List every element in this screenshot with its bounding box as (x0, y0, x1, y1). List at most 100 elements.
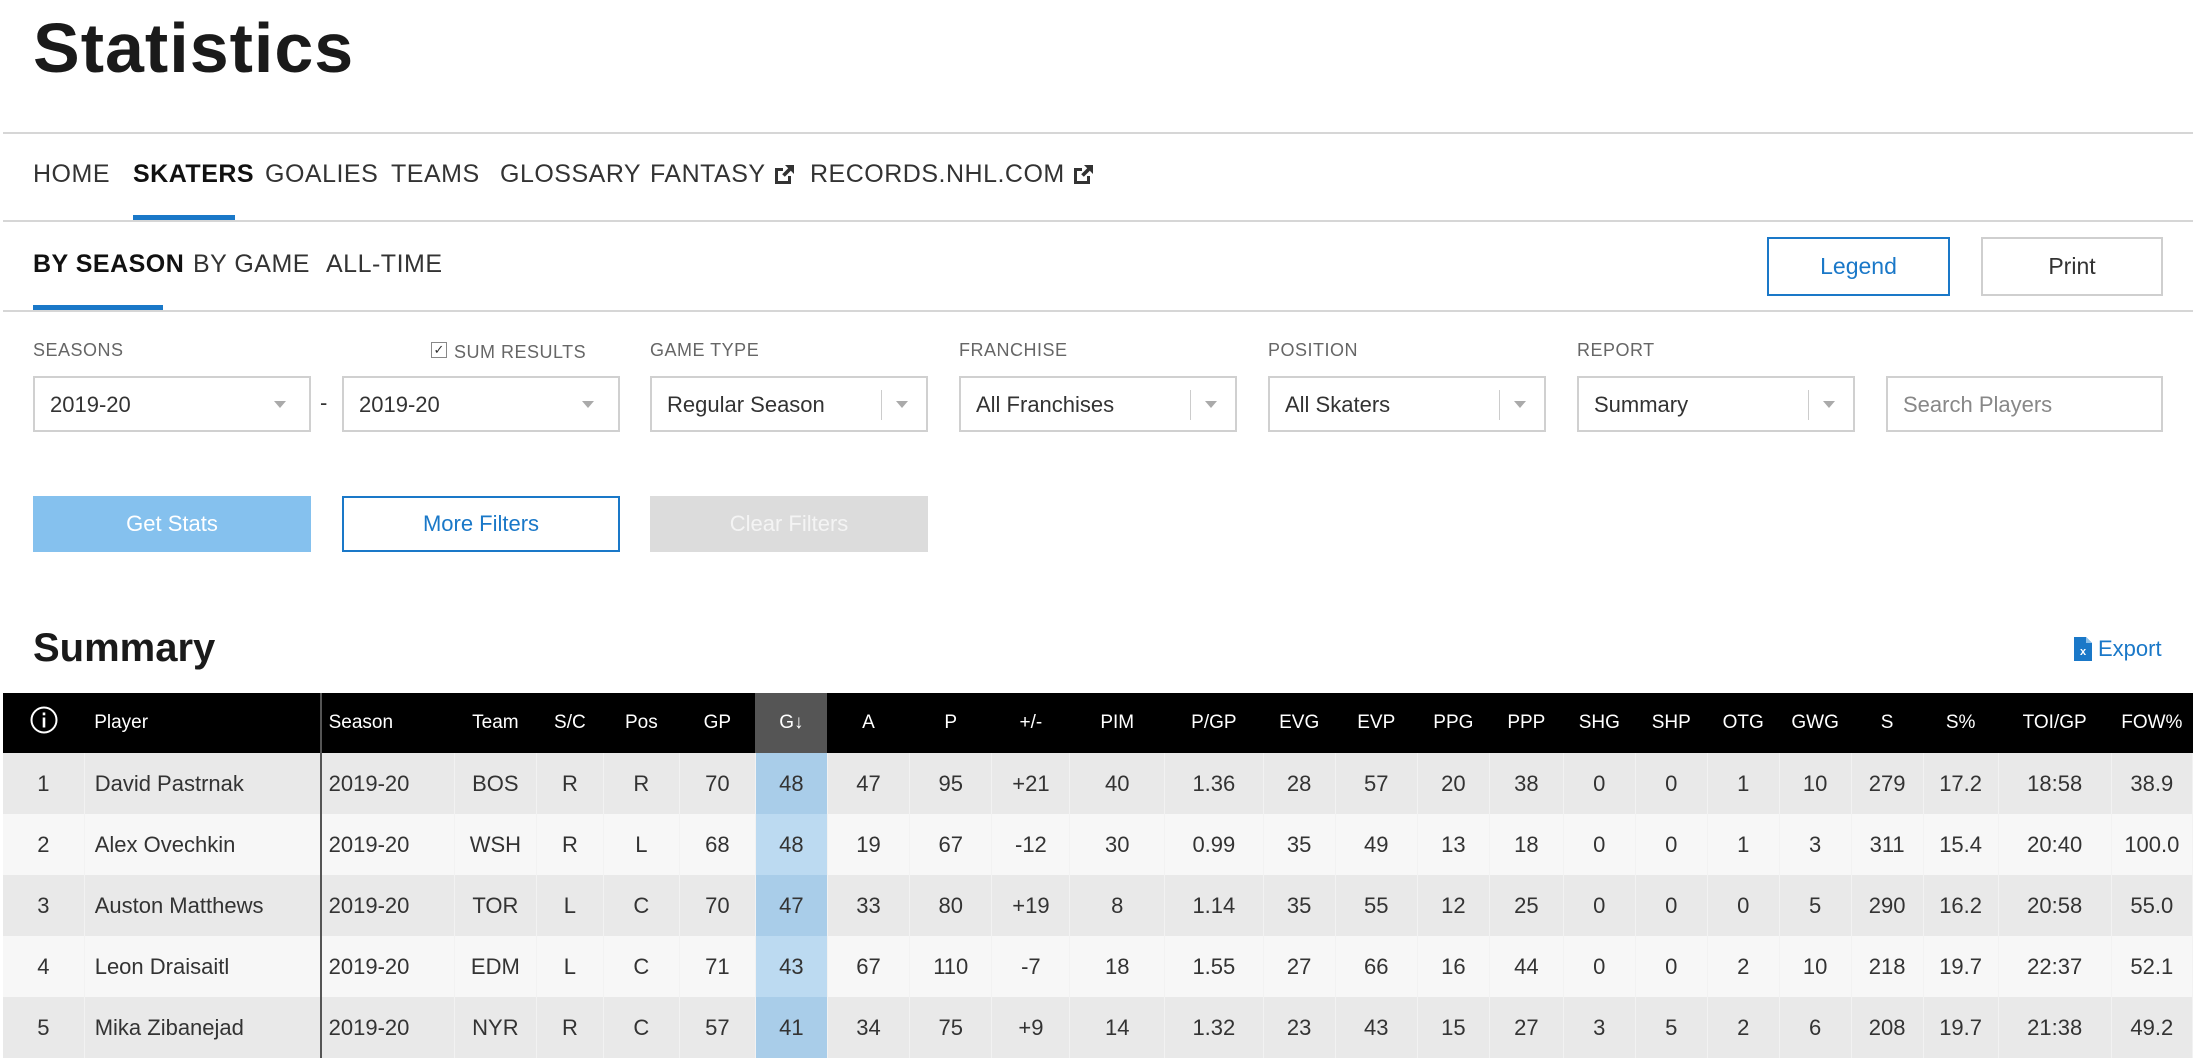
column-header-ppg[interactable]: PPG (1417, 693, 1490, 753)
report-select[interactable]: Summary (1577, 376, 1855, 432)
table-row: 4 Leon Draisaitl 2019-20 EDM L C 71 43 67 110 -7 18… (3, 936, 2194, 997)
page-title: Statistics (33, 9, 355, 87)
cell-sc: L (536, 875, 604, 936)
cell-team: WSH (454, 814, 537, 875)
cell-assists: 19 (827, 814, 911, 875)
column-header-s-pct[interactable]: S% (1923, 693, 1999, 753)
nav-skaters[interactable]: SKATERS (133, 160, 254, 189)
tab-by-season-label: BY SEASON (33, 250, 185, 278)
nav-glossary-label: GLOSSARY (500, 160, 642, 188)
select-separator (1808, 390, 1809, 420)
tab-by-game[interactable]: BY GAME (193, 250, 310, 279)
cell-plus-minus: +21 (991, 753, 1071, 814)
column-header-evg[interactable]: EVG (1263, 693, 1336, 753)
nav-glossary[interactable]: GLOSSARY (500, 160, 641, 189)
cell-points: 95 (909, 753, 993, 814)
cell-pim: 8 (1069, 875, 1166, 936)
column-header-pgp[interactable]: P/GP (1164, 693, 1264, 753)
tab-by-season[interactable]: BY SEASON (33, 250, 184, 279)
print-button[interactable]: Print (1981, 237, 2163, 296)
column-header-player[interactable]: Player (84, 693, 321, 753)
select-separator (1190, 390, 1191, 420)
cell-player[interactable]: Auston Matthews (84, 875, 322, 936)
tab-all-time[interactable]: ALL-TIME (326, 250, 443, 279)
column-header-gwg[interactable]: GWG (1779, 693, 1852, 753)
export-label: Export (2098, 636, 2162, 661)
external-link-icon (1073, 164, 1093, 184)
cell-points-per-gp: 1.36 (1164, 753, 1264, 814)
info-column-header[interactable] (3, 693, 85, 753)
franchise-label: FRANCHISE (959, 340, 1068, 360)
nav-goalies[interactable]: GOALIES (265, 160, 378, 189)
column-header-shp[interactable]: SHP (1635, 693, 1708, 753)
column-header-season[interactable]: Season (319, 693, 455, 753)
column-header-ppp[interactable]: PPP (1489, 693, 1564, 753)
column-header-evp[interactable]: EVP (1335, 693, 1418, 753)
cell-toi-per-gp: 20:40 (1998, 814, 2112, 875)
table-row: 1 David Pastrnak 2019-20 BOS R R 70 48 47 95 +21 40… (3, 753, 2194, 814)
cell-gp: 71 (679, 936, 756, 997)
column-header-pos[interactable]: Pos (603, 693, 680, 753)
cell-toi-per-gp: 18:58 (1998, 753, 2112, 814)
tab-all-time-label: ALL-TIME (326, 250, 443, 278)
game-type-select[interactable]: Regular Season (650, 376, 928, 432)
cell-gp: 70 (679, 875, 756, 936)
cell-otg: 1 (1707, 753, 1780, 814)
select-separator (881, 390, 882, 420)
select-separator (1499, 390, 1500, 420)
header-divider (3, 132, 2193, 134)
cell-player[interactable]: Alex Ovechkin (84, 814, 322, 875)
cell-gp: 70 (679, 753, 756, 814)
nav-home[interactable]: HOME (33, 160, 110, 189)
legend-button[interactable]: Legend (1767, 237, 1950, 296)
cell-rank: 3 (3, 875, 85, 936)
chevron-down-icon (1205, 401, 1217, 408)
franchise-select[interactable]: All Franchises (959, 376, 1237, 432)
cell-toi-per-gp: 20:58 (1998, 875, 2112, 936)
svg-text:x: x (2080, 646, 2087, 658)
cell-ppg: 12 (1417, 875, 1490, 936)
column-header-plus-minus[interactable]: +/- (991, 693, 1070, 753)
export-button[interactable]: x Export (2074, 636, 2162, 662)
more-filters-button[interactable]: More Filters (342, 496, 620, 552)
column-header-shg[interactable]: SHG (1563, 693, 1636, 753)
season-from-select[interactable]: 2019-20 (33, 376, 311, 432)
get-stats-button[interactable]: Get Stats (33, 496, 311, 552)
column-header-goals-sorted[interactable]: G↓ (755, 693, 828, 753)
info-circle-icon[interactable] (29, 705, 59, 735)
sum-results-checkbox[interactable]: ✓ (431, 342, 447, 358)
nav-teams[interactable]: TEAMS (391, 160, 480, 189)
column-header-gp[interactable]: GP (679, 693, 756, 753)
cell-season: 2019-20 (319, 936, 455, 997)
column-header-a[interactable]: A (827, 693, 910, 753)
position-select[interactable]: All Skaters (1268, 376, 1546, 432)
nav-fantasy[interactable]: FANTASY (650, 160, 796, 189)
cell-ppp: 44 (1489, 936, 1564, 997)
cell-assists: 47 (827, 753, 911, 814)
cell-faceoff-win-pct: 38.9 (2111, 753, 2194, 814)
column-header-fow-pct[interactable]: FOW% (2111, 693, 2193, 753)
column-header-toi-gp[interactable]: TOI/GP (1998, 693, 2112, 753)
search-players-input[interactable]: Search Players (1886, 376, 2163, 432)
cell-shp: 0 (1635, 936, 1708, 997)
cell-ppp: 18 (1489, 814, 1564, 875)
nav-fantasy-label: FANTASY (650, 160, 766, 188)
clear-filters-button[interactable]: Clear Filters (650, 496, 928, 552)
cell-pim: 40 (1069, 753, 1166, 814)
nav-records[interactable]: RECORDS.NHL.COM (810, 160, 1095, 189)
cell-player[interactable]: Leon Draisaitl (84, 936, 322, 997)
column-header-sc[interactable]: S/C (536, 693, 604, 753)
cell-evg: 35 (1263, 814, 1336, 875)
column-header-pim[interactable]: PIM (1069, 693, 1165, 753)
cell-player[interactable]: David Pastrnak (84, 753, 322, 814)
cell-goals: 48 (755, 814, 828, 875)
season-to-select[interactable]: 2019-20 (342, 376, 620, 432)
column-header-otg[interactable]: OTG (1707, 693, 1780, 753)
sum-results-label: SUM RESULTS (454, 342, 587, 362)
column-header-s[interactable]: S (1851, 693, 1924, 753)
cell-evp: 57 (1335, 753, 1418, 814)
cell-ppg: 20 (1417, 753, 1490, 814)
column-header-p[interactable]: P (909, 693, 992, 753)
cell-toi-per-gp: 22:37 (1998, 936, 2112, 997)
column-header-team[interactable]: Team (454, 693, 537, 753)
